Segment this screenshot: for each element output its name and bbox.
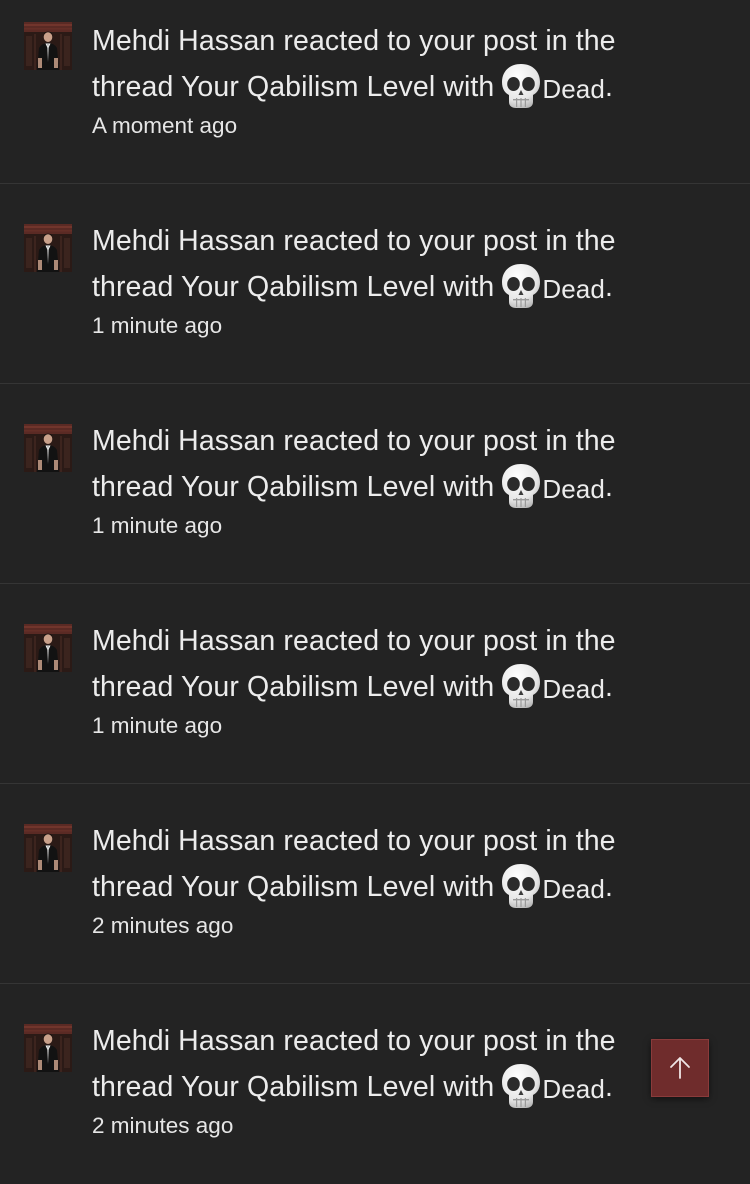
with-text: with <box>443 271 495 303</box>
notification-body: Mehdi Hassan reacted to your post in the… <box>92 1020 660 1141</box>
notification-item[interactable]: Mehdi Hassan reacted to your post in the… <box>0 0 750 184</box>
notification-text: Mehdi Hassan reacted to your post in the… <box>92 620 660 710</box>
end-punctuation: . <box>604 1071 613 1103</box>
notification-item[interactable]: Mehdi Hassan reacted to your post in the… <box>0 784 750 984</box>
user-avatar[interactable] <box>24 224 72 272</box>
with-text: with <box>443 671 495 703</box>
timestamp: 1 minute ago <box>92 513 223 538</box>
scroll-to-top-button[interactable] <box>651 1039 709 1097</box>
reaction-name: Dead <box>542 1074 605 1104</box>
notification-body: Mehdi Hassan reacted to your post in the… <box>92 20 660 141</box>
user-name[interactable]: Mehdi Hassan <box>92 1025 275 1057</box>
user-avatar[interactable] <box>24 1024 72 1072</box>
reaction-name: Dead <box>542 474 605 504</box>
reaction-name: Dead <box>542 74 605 104</box>
user-name[interactable]: Mehdi Hassan <box>92 425 275 457</box>
thread-link[interactable]: Your Qabilism Level <box>181 871 435 903</box>
notification-body: Mehdi Hassan reacted to your post in the… <box>92 220 660 341</box>
notification-text: Mehdi Hassan reacted to your post in the… <box>92 420 660 510</box>
end-punctuation: . <box>604 471 613 503</box>
with-text: with <box>443 1071 495 1103</box>
notification-item[interactable]: Mehdi Hassan reacted to your post in the… <box>0 384 750 584</box>
thread-link[interactable]: Your Qabilism Level <box>181 471 435 503</box>
end-punctuation: . <box>604 271 613 303</box>
user-avatar[interactable] <box>24 824 72 872</box>
with-text: with <box>443 71 495 103</box>
user-name[interactable]: Mehdi Hassan <box>92 225 275 257</box>
notification-text: Mehdi Hassan reacted to your post in the… <box>92 820 660 910</box>
user-avatar[interactable] <box>24 22 72 70</box>
notification-text: Mehdi Hassan reacted to your post in the… <box>92 20 660 110</box>
notification-body: Mehdi Hassan reacted to your post in the… <box>92 820 660 941</box>
timestamp: 1 minute ago <box>92 313 223 338</box>
user-avatar[interactable] <box>24 624 72 672</box>
notification-list: Mehdi Hassan reacted to your post in the… <box>0 0 750 1184</box>
timestamp: 2 minutes ago <box>92 1113 234 1138</box>
thread-link[interactable]: Your Qabilism Level <box>181 71 435 103</box>
end-punctuation: . <box>604 871 613 903</box>
skull-icon <box>500 462 542 510</box>
notification-item[interactable]: Mehdi Hassan reacted to your post in the… <box>0 184 750 384</box>
reaction-name: Dead <box>542 674 605 704</box>
user-name[interactable]: Mehdi Hassan <box>92 825 275 857</box>
notification-body: Mehdi Hassan reacted to your post in the… <box>92 620 660 741</box>
notification-item[interactable]: Mehdi Hassan reacted to your post in the… <box>0 584 750 784</box>
skull-icon <box>500 262 542 310</box>
skull-icon <box>500 1062 542 1110</box>
with-text: with <box>443 471 495 503</box>
user-avatar[interactable] <box>24 424 72 472</box>
reaction-name: Dead <box>542 874 605 904</box>
skull-icon <box>500 662 542 710</box>
thread-link[interactable]: Your Qabilism Level <box>181 671 435 703</box>
notification-body: Mehdi Hassan reacted to your post in the… <box>92 420 660 541</box>
reaction-name: Dead <box>542 274 605 304</box>
notification-item[interactable]: Mehdi Hassan reacted to your post in the… <box>0 984 750 1184</box>
user-name[interactable]: Mehdi Hassan <box>92 625 275 657</box>
end-punctuation: . <box>604 71 613 103</box>
notification-text: Mehdi Hassan reacted to your post in the… <box>92 1020 660 1110</box>
end-punctuation: . <box>604 671 613 703</box>
thread-link[interactable]: Your Qabilism Level <box>181 1071 435 1103</box>
timestamp: 1 minute ago <box>92 713 223 738</box>
skull-icon <box>500 862 542 910</box>
notification-text: Mehdi Hassan reacted to your post in the… <box>92 220 660 310</box>
timestamp: A moment ago <box>92 113 238 138</box>
skull-icon <box>500 62 542 110</box>
thread-link[interactable]: Your Qabilism Level <box>181 271 435 303</box>
timestamp: 2 minutes ago <box>92 913 234 938</box>
arrow-up-icon <box>670 1057 690 1079</box>
user-name[interactable]: Mehdi Hassan <box>92 25 275 57</box>
with-text: with <box>443 871 495 903</box>
